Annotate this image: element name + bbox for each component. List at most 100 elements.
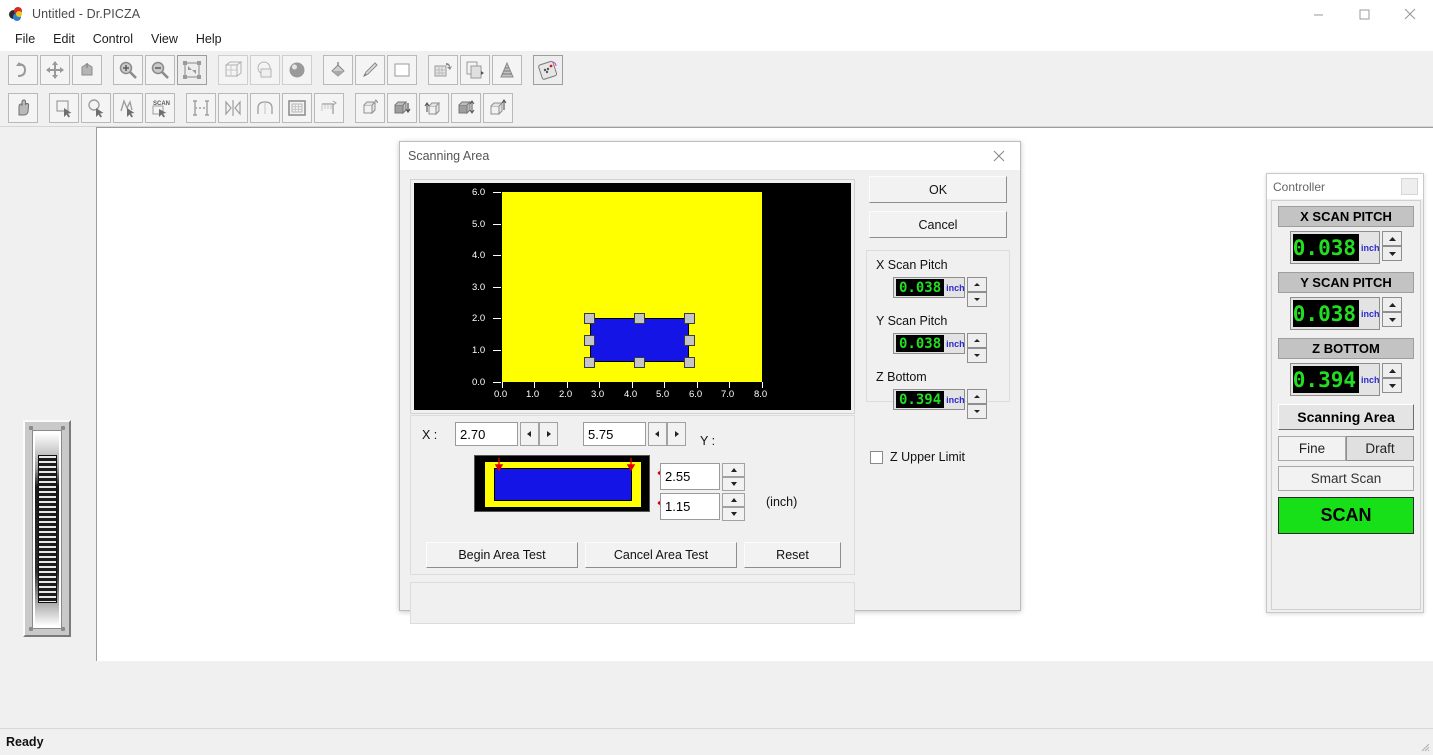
x-scan-pitch-lcd[interactable]: 0.038 inch xyxy=(893,277,987,307)
scan-area-plot[interactable]: 0.0 1.0 2.0 3.0 4.0 5.0 6.0 0.0 1.0 2.0 … xyxy=(414,183,851,410)
scan-button[interactable]: SCAN xyxy=(1278,497,1414,534)
menu-item-view[interactable]: View xyxy=(142,30,187,49)
fill-surface-button[interactable] xyxy=(323,55,353,85)
dialog-close-button[interactable] xyxy=(978,142,1020,170)
magnifier-select-button[interactable] xyxy=(81,92,111,123)
x-max-decrement-button[interactable] xyxy=(648,422,667,446)
resize-grip[interactable] xyxy=(1418,740,1430,752)
x-scan-pitch-increment[interactable] xyxy=(967,277,987,292)
profile-button[interactable] xyxy=(314,92,344,123)
box-down-button[interactable] xyxy=(387,92,417,123)
hand-tool-button[interactable] xyxy=(8,92,38,123)
box-rotate-button[interactable] xyxy=(355,92,385,123)
controller-z-decrement[interactable] xyxy=(1382,378,1402,393)
menu-item-edit[interactable]: Edit xyxy=(44,30,84,49)
resize-handle-nw[interactable] xyxy=(584,313,595,324)
controller-y-scan-pitch-row[interactable]: 0.038 inch xyxy=(1278,297,1414,330)
y-scan-pitch-decrement[interactable] xyxy=(967,348,987,363)
y-scan-pitch-lcd[interactable]: 0.038 inch xyxy=(893,333,987,363)
z-bottom-increment[interactable] xyxy=(967,389,987,404)
pan-object-button[interactable] xyxy=(72,55,102,85)
resize-handle-sw[interactable] xyxy=(584,357,595,368)
dialog-title-bar: Scanning Area xyxy=(400,142,1020,170)
z-upper-limit-checkbox[interactable] xyxy=(870,450,883,464)
wireframe-view-button[interactable] xyxy=(218,55,248,85)
zoom-out-button[interactable] xyxy=(145,55,175,85)
x-min-input[interactable] xyxy=(455,422,518,446)
lasso-select-button[interactable] xyxy=(113,92,143,123)
x-max-input[interactable] xyxy=(583,422,646,446)
draft-quality-button[interactable]: Draft xyxy=(1346,436,1414,461)
copy-layers-button[interactable] xyxy=(460,55,490,85)
z-bottom-lcd[interactable]: 0.394 inch xyxy=(893,389,987,419)
box-flip-button[interactable] xyxy=(419,92,449,123)
controller-panel-button[interactable] xyxy=(533,55,563,85)
arch-section-button[interactable] xyxy=(250,92,280,123)
resize-handle-s[interactable] xyxy=(634,357,645,368)
y-max-decrement-button[interactable] xyxy=(722,477,745,491)
close-button[interactable] xyxy=(1387,0,1433,28)
box-up-button[interactable] xyxy=(483,92,513,123)
shaded-outline-button[interactable] xyxy=(250,55,280,85)
rotate-tool-button[interactable] xyxy=(8,55,38,85)
y-min-decrement-button[interactable] xyxy=(722,507,745,521)
grid-surface-button[interactable] xyxy=(282,92,312,123)
x-max-increment-button[interactable] xyxy=(667,422,686,446)
cancel-area-test-button[interactable]: Cancel Area Test xyxy=(585,542,737,568)
resize-handle-n[interactable] xyxy=(634,313,645,324)
begin-area-test-button[interactable]: Begin Area Test xyxy=(426,542,578,568)
selected-scan-area[interactable] xyxy=(589,318,689,363)
mesh-export-button[interactable] xyxy=(428,55,458,85)
reset-button[interactable]: Reset xyxy=(744,542,841,568)
x-min-decrement-button[interactable] xyxy=(520,422,539,446)
fine-quality-button[interactable]: Fine xyxy=(1278,436,1346,461)
resize-handle-se[interactable] xyxy=(684,357,695,368)
controller-z-bottom-row[interactable]: 0.394 inch xyxy=(1278,363,1414,396)
move-tool-button[interactable] xyxy=(40,55,70,85)
maximize-button[interactable] xyxy=(1341,0,1387,28)
mirror-button[interactable] xyxy=(218,92,248,123)
controller-z-increment[interactable] xyxy=(1382,363,1402,378)
zoom-fit-button[interactable] xyxy=(177,55,207,85)
box-shift-button[interactable] xyxy=(451,92,481,123)
x-min-increment-button[interactable] xyxy=(539,422,558,446)
status-bar: Ready xyxy=(0,728,1433,755)
z-bottom-decrement[interactable] xyxy=(967,404,987,419)
rectangle-select-button[interactable] xyxy=(49,92,79,123)
scanning-area-button[interactable]: Scanning Area xyxy=(1278,404,1414,430)
ok-button[interactable]: OK xyxy=(869,176,1007,203)
controller-y-decrement[interactable] xyxy=(1382,312,1402,327)
y-max-input[interactable] xyxy=(660,463,720,490)
minimize-button[interactable] xyxy=(1295,0,1341,28)
controller-minimize-button[interactable] xyxy=(1401,178,1418,195)
controller-z-bottom-value: 0.394 xyxy=(1292,367,1356,392)
area-preview-thumbnail[interactable] xyxy=(474,455,650,512)
resize-handle-ne[interactable] xyxy=(684,313,695,324)
menu-item-control[interactable]: Control xyxy=(84,30,142,49)
x-scan-pitch-decrement[interactable] xyxy=(967,292,987,307)
status-text: Ready xyxy=(6,735,44,749)
y-scan-pitch-increment[interactable] xyxy=(967,333,987,348)
pen-tool-button[interactable] xyxy=(355,55,385,85)
smart-scan-button[interactable]: Smart Scan xyxy=(1278,466,1414,491)
resize-handle-e[interactable] xyxy=(684,335,695,346)
z-elevation-slider[interactable] xyxy=(23,420,71,637)
menu-item-file[interactable]: File xyxy=(6,30,44,49)
scan-select-button[interactable]: SCAN xyxy=(145,92,175,123)
controller-x-decrement[interactable] xyxy=(1382,246,1402,261)
width-measure-button[interactable] xyxy=(186,92,216,123)
y-min-increment-button[interactable] xyxy=(722,493,745,507)
blank-surface-button[interactable] xyxy=(387,55,417,85)
controller-y-increment[interactable] xyxy=(1382,297,1402,312)
solid-shaded-button[interactable] xyxy=(282,55,312,85)
controller-x-increment[interactable] xyxy=(1382,231,1402,246)
cancel-button[interactable]: Cancel xyxy=(869,211,1007,238)
zoom-in-button[interactable] xyxy=(113,55,143,85)
y-max-increment-button[interactable] xyxy=(722,463,745,477)
y-min-input[interactable] xyxy=(660,493,720,520)
resize-handle-w[interactable] xyxy=(584,335,595,346)
menu-item-help[interactable]: Help xyxy=(187,30,231,49)
toolbar-secondary: SCAN xyxy=(0,89,1433,127)
height-map-button[interactable] xyxy=(492,55,522,85)
controller-x-scan-pitch-row[interactable]: 0.038 inch xyxy=(1278,231,1414,264)
